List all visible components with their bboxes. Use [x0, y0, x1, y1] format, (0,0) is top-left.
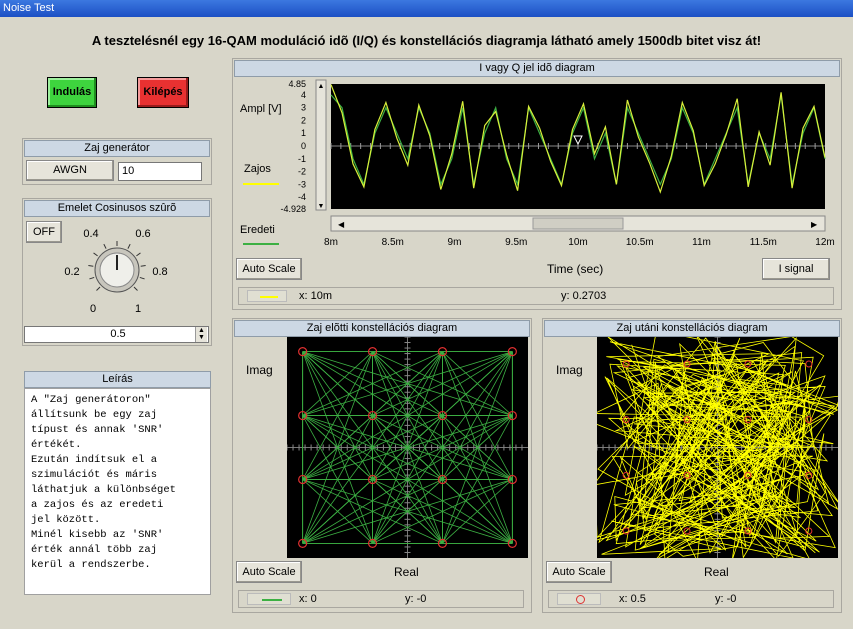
time-plot-chart[interactable]: 4.854 3 2 1 0 -1 -2 -3 -4 -4.928 ▲ ▼ ◀ ▶ 8m 8.5m 9m… — [278, 78, 838, 250]
knob-label-0.6: 0.6 — [135, 228, 150, 240]
legend-original-label: Eredeti — [240, 224, 275, 236]
const-after-autoscale-button[interactable]: Auto Scale — [546, 561, 612, 583]
time-cursor-readout: x: 10m y: 0.2703 — [238, 287, 834, 305]
knob-label-0: 0 — [90, 303, 96, 315]
filter-value-input[interactable]: 0.5 — [24, 326, 209, 343]
filter-title: Emelet Cosinusos szûrõ — [24, 200, 210, 217]
knob-tick — [127, 243, 131, 249]
window-title: Noise Test — [3, 2, 55, 14]
const-after-cursor-y: y: -0 — [715, 593, 737, 605]
knob-label-0.4: 0.4 — [83, 228, 98, 240]
y-tick-label: -1 — [298, 154, 306, 164]
svg-text:▲: ▲ — [318, 83, 325, 90]
x-tick-label: 10.5m — [626, 237, 654, 248]
y-tick-label: -2 — [298, 167, 306, 177]
filter-value-spinner[interactable]: ▲ ▼ — [195, 327, 207, 342]
y-tick-label: -3 — [298, 179, 306, 189]
knob-label-1: 1 — [135, 303, 141, 315]
x-scrollbar-thumb[interactable] — [532, 217, 624, 230]
knob-tick — [136, 252, 141, 257]
legend-noisy-swatch — [243, 183, 279, 185]
const-before-chart[interactable] — [287, 337, 528, 558]
knob-tick — [139, 276, 145, 280]
const-after-chart[interactable] — [597, 337, 838, 558]
y-tick-label: 1 — [301, 128, 306, 138]
x-tick-label: 11.5m — [750, 237, 777, 248]
page-headline: A tesztelésnél egy 16-QAM moduláció idõ … — [91, 33, 762, 48]
description-title: Leírás — [24, 371, 211, 388]
y-scrollbar[interactable] — [315, 79, 327, 211]
svg-text:◀: ◀ — [338, 220, 345, 229]
time-cursor-icon[interactable] — [247, 290, 287, 302]
x-tick-label: 12m — [815, 237, 834, 248]
svg-text:▼: ▼ — [318, 203, 325, 210]
time-cursor-x: x: 10m — [299, 290, 333, 302]
x-tick-label: 8.5m — [382, 237, 404, 248]
const-after-cursor-x: x: 0.5 — [619, 593, 646, 605]
time-plot-xlabel: Time (sec) — [547, 262, 604, 276]
filter-toggle-button[interactable]: OFF — [26, 221, 62, 243]
const-before-title: Zaj elõtti konstellációs diagram — [234, 320, 530, 337]
const-after-xlabel: Real — [704, 565, 729, 579]
knob-tick — [88, 264, 94, 267]
const-before-xlabel: Real — [394, 565, 419, 579]
snr-input[interactable]: 10 — [118, 162, 202, 181]
time-plot-ylabel: Ampl [V] — [240, 103, 282, 115]
x-tick-label: 8m — [324, 237, 338, 248]
knob-tick — [133, 286, 138, 291]
y-tick-label: 0 — [301, 141, 306, 151]
const-after-title: Zaj utáni konstellációs diagram — [544, 320, 840, 337]
x-tick-label: 11m — [692, 237, 711, 248]
exit-button[interactable]: Kilépés — [137, 77, 189, 108]
y-tick-label: -4 — [298, 192, 306, 202]
x-tick-label: 10m — [568, 237, 587, 248]
knob-label-0.2: 0.2 — [64, 266, 79, 278]
x-tick-label: 9m — [448, 237, 462, 248]
legend-noisy-label: Zajos — [244, 163, 271, 175]
y-tick-label: -4.928 — [280, 204, 306, 214]
y-tick-label: 3 — [301, 103, 306, 113]
knob-tick — [140, 264, 146, 267]
const-before-cursor-icon[interactable] — [247, 593, 291, 605]
legend-original-swatch — [243, 243, 279, 245]
window-titlebar: Noise Test — [0, 0, 853, 17]
const-before-readout: x: 0 y: -0 — [238, 590, 524, 608]
knob-tick — [93, 252, 98, 257]
start-button[interactable]: Indulás — [47, 77, 97, 108]
const-before-autoscale-button[interactable]: Auto Scale — [236, 561, 302, 583]
knob-label-0.8: 0.8 — [152, 266, 167, 278]
const-after-readout: x: 0.5 y: -0 — [548, 590, 834, 608]
knob-tick — [96, 286, 101, 291]
y-tick-label: 4 — [301, 90, 306, 100]
knob-tick — [89, 276, 95, 280]
y-tick-label: 2 — [301, 115, 306, 125]
noise-type-selector[interactable]: AWGN — [26, 160, 114, 181]
const-before-cursor-y: y: -0 — [405, 593, 427, 605]
filter-knob[interactable]: 0 0.2 0.4 0.6 0.8 1 — [60, 225, 180, 320]
description-text: A "Zaj generátoron" állítsunk be egy zaj… — [24, 388, 211, 595]
svg-text:▶: ▶ — [811, 220, 818, 229]
knob-tick — [103, 243, 107, 249]
time-autoscale-button[interactable]: Auto Scale — [236, 258, 302, 280]
time-cursor-y: y: 0.2703 — [561, 290, 607, 302]
const-before-ylabel: Imag — [246, 363, 273, 377]
x-tick-label: 9.5m — [505, 237, 527, 248]
const-before-cursor-x: x: 0 — [299, 593, 317, 605]
const-after-cursor-icon[interactable] — [557, 593, 601, 605]
noise-generator-title: Zaj generátor — [24, 140, 210, 157]
signal-select-button[interactable]: I signal — [762, 258, 830, 280]
time-plot-title: I vagy Q jel idõ diagram — [234, 60, 840, 77]
y-tick-label: 4.85 — [288, 79, 306, 89]
const-after-ylabel: Imag — [556, 363, 583, 377]
